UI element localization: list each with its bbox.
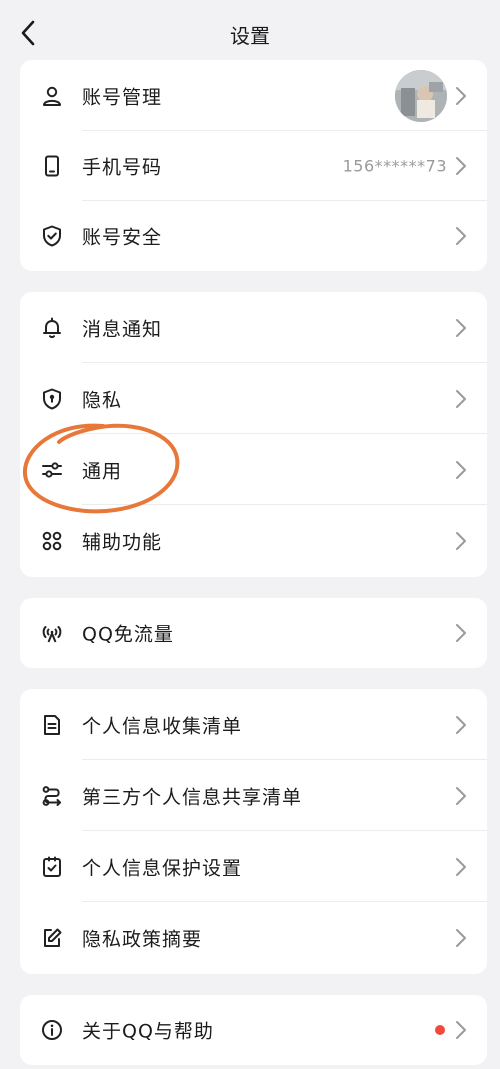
- phone-number-row[interactable]: 手机号码 156******73: [20, 130, 487, 201]
- chevron-right-icon: [456, 928, 466, 947]
- command-icon: [42, 531, 62, 550]
- row-label: 隐私: [82, 389, 123, 411]
- info-icon: [42, 1020, 62, 1040]
- row-label: 第三方个人信息共享清单: [82, 786, 303, 808]
- preferences-section: 消息通知 隐私 通用 辅助功能: [20, 292, 487, 577]
- notification-dot: [435, 1025, 445, 1035]
- chevron-right-icon: [456, 389, 466, 408]
- about-help-row[interactable]: 关于QQ与帮助: [20, 995, 487, 1065]
- row-label: 消息通知: [82, 318, 163, 340]
- account-security-row[interactable]: 账号安全: [20, 200, 487, 271]
- chevron-right-icon: [456, 86, 466, 105]
- row-label: 辅助功能: [82, 531, 163, 553]
- row-label: 账号管理: [82, 86, 163, 108]
- phone-icon: [45, 155, 59, 176]
- notifications-row[interactable]: 消息通知: [20, 292, 487, 363]
- info-collection-list-row[interactable]: 个人信息收集清单: [20, 689, 487, 760]
- account-management-row[interactable]: 账号管理: [20, 60, 487, 131]
- share-route-icon: [42, 785, 61, 806]
- chevron-right-icon: [456, 531, 466, 550]
- chevron-right-icon: [456, 715, 466, 734]
- general-row[interactable]: 通用: [20, 434, 487, 505]
- person-icon: [43, 86, 61, 106]
- chevron-right-icon: [456, 156, 466, 175]
- chevron-right-icon: [456, 318, 466, 337]
- phone-number-value: 156******73: [342, 156, 447, 175]
- about-section: 关于QQ与帮助: [20, 995, 487, 1065]
- chevron-right-icon: [456, 624, 466, 642]
- row-label: QQ免流量: [82, 623, 174, 646]
- signal-tower-icon: [42, 626, 62, 643]
- row-label: 手机号码: [82, 156, 163, 178]
- row-label: 个人信息保护设置: [82, 857, 243, 879]
- info-protection-settings-row[interactable]: 个人信息保护设置: [20, 831, 487, 902]
- chevron-right-icon: [456, 857, 466, 876]
- row-label: 隐私政策摘要: [82, 928, 203, 950]
- top-bar: 设置: [0, 0, 500, 66]
- chevron-right-icon: [456, 226, 466, 245]
- row-label: 账号安全: [82, 226, 163, 248]
- chevron-right-icon: [456, 1021, 466, 1039]
- shield-check-icon: [43, 225, 61, 246]
- sliders-icon: [42, 461, 62, 478]
- checkbox-doc-icon: [43, 856, 61, 877]
- third-party-sharing-row[interactable]: 第三方个人信息共享清单: [20, 760, 487, 831]
- row-label: 通用: [82, 460, 123, 482]
- privacy-row[interactable]: 隐私: [20, 363, 487, 434]
- page-title: 设置: [230, 24, 270, 48]
- avatar: [395, 69, 447, 122]
- chevron-right-icon: [456, 460, 466, 479]
- row-label: 关于QQ与帮助: [82, 1020, 214, 1043]
- qq-free-data-row[interactable]: QQ免流量: [20, 598, 487, 668]
- data-plan-section: QQ免流量: [20, 598, 487, 668]
- personal-info-section: 个人信息收集清单 第三方个人信息共享清单 个人信息保护设置 隐私政策摘要: [20, 689, 487, 974]
- privacy-policy-summary-row[interactable]: 隐私政策摘要: [20, 902, 487, 973]
- privacy-shield-icon: [43, 388, 61, 409]
- chevron-right-icon: [456, 786, 466, 805]
- document-icon: [44, 714, 60, 735]
- account-section: 账号管理 手机号码 156******73 账号安全: [20, 60, 487, 271]
- bell-icon: [43, 317, 61, 338]
- row-label: 个人信息收集清单: [82, 715, 243, 737]
- edit-icon: [44, 928, 62, 947]
- accessibility-row[interactable]: 辅助功能: [20, 505, 487, 576]
